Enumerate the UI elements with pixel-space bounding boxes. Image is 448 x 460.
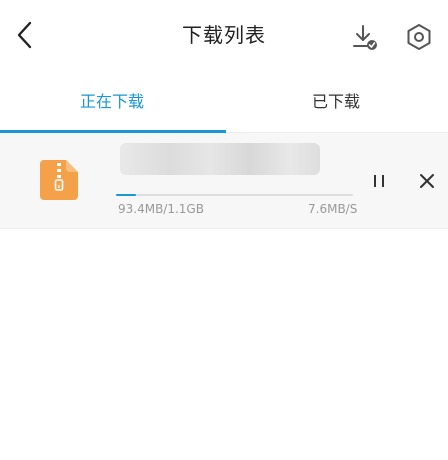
progress-bar bbox=[116, 194, 353, 196]
close-icon bbox=[420, 174, 434, 188]
zip-file-icon bbox=[40, 160, 78, 200]
header: 下载列表 bbox=[0, 0, 448, 68]
file-name-redacted bbox=[120, 143, 320, 175]
tab-downloaded-label: 已下载 bbox=[311, 92, 360, 111]
settings-button[interactable] bbox=[403, 21, 435, 53]
downloaded-files-button[interactable] bbox=[350, 22, 380, 52]
hexagon-settings-icon bbox=[407, 24, 431, 50]
download-item[interactable]: 93.4MB/1.1GB 7.6MB/S bbox=[0, 133, 448, 229]
tab-downloading-label: 正在下载 bbox=[79, 92, 144, 111]
download-done-icon bbox=[353, 25, 377, 50]
tab-downloading[interactable]: 正在下载 bbox=[0, 68, 224, 132]
pause-icon bbox=[374, 175, 384, 187]
progress-bar-fill bbox=[116, 194, 137, 196]
tab-bar: 正在下载 已下载 bbox=[0, 68, 448, 133]
download-list-page: 下载列表 正在下载 已下载 93.4MB/1.1GB 7.6MB/S bbox=[0, 0, 448, 460]
page-title: 下载列表 bbox=[182, 23, 266, 47]
download-speed: 7.6MB/S bbox=[308, 202, 358, 216]
download-size: 93.4MB/1.1GB bbox=[118, 202, 204, 216]
pause-button[interactable] bbox=[366, 169, 392, 193]
cancel-download-button[interactable] bbox=[414, 169, 440, 193]
tab-downloaded[interactable]: 已下载 bbox=[224, 68, 448, 132]
